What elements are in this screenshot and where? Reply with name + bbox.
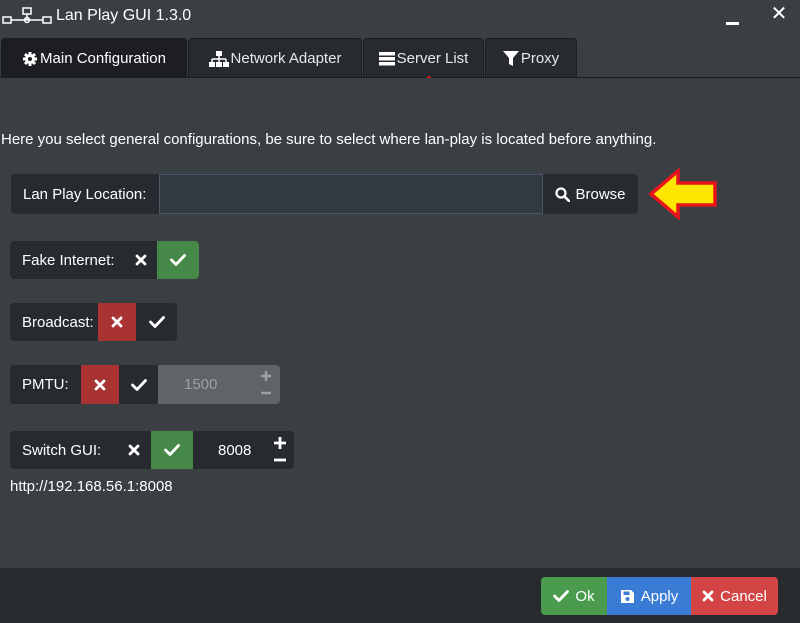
broadcast-on-button[interactable]	[136, 303, 177, 341]
tab-label: Network Adapter	[230, 50, 342, 67]
title-bar: Lan Play GUI 1.3.0 ✕	[0, 0, 800, 36]
ok-button[interactable]: Ok	[541, 577, 607, 615]
minimize-icon[interactable]	[722, 6, 746, 30]
times-icon	[135, 254, 146, 266]
times-icon	[111, 316, 123, 328]
fake-internet-on-button[interactable]	[157, 241, 199, 279]
lan-play-location-label: Lan Play Location:	[11, 174, 159, 214]
check-icon	[170, 254, 186, 266]
server-icon	[378, 51, 395, 65]
cancel-button[interactable]: Cancel	[691, 577, 778, 615]
pmtu-off-button[interactable]	[81, 365, 119, 404]
times-icon	[94, 379, 106, 390]
times-icon	[702, 590, 714, 602]
tab-label: Proxy	[520, 50, 560, 67]
broadcast-off-button[interactable]	[98, 303, 136, 341]
tab-label: Server List	[396, 50, 469, 67]
close-window-button[interactable]: ✕	[766, 2, 792, 28]
browse-label: Browse	[575, 185, 626, 203]
tab-proxy[interactable]: Proxy	[485, 38, 577, 78]
check-icon	[148, 316, 165, 328]
pmtu-stepper-icon[interactable]	[258, 369, 274, 399]
network-app-icon	[2, 7, 52, 24]
broadcast-label: Broadcast:	[10, 303, 98, 341]
pmtu-on-button[interactable]	[119, 365, 158, 404]
switch-gui-on-button[interactable]	[151, 431, 193, 469]
switch-gui-port: 8008	[218, 441, 252, 459]
tab-label: Main Configuration	[40, 50, 166, 67]
network-icon	[208, 50, 229, 67]
tab-main-configuration[interactable]: Main Configuration	[1, 38, 187, 78]
pmtu-value: 1500	[184, 376, 218, 393]
ok-label: Ok	[575, 587, 595, 605]
tab-server-list[interactable]: Server List	[363, 38, 484, 78]
fake-internet-off-button[interactable]	[124, 241, 157, 279]
filter-icon	[502, 50, 519, 66]
switch-gui-label: Switch GUI:	[10, 431, 116, 469]
switch-gui-off-button[interactable]	[116, 431, 151, 469]
save-icon	[620, 589, 634, 603]
pmtu-label: PMTU:	[10, 365, 81, 404]
window-title: Lan Play GUI 1.3.0	[56, 7, 192, 24]
annotation-arrow-left	[648, 168, 717, 220]
description-text: Here you select general configurations, …	[1, 131, 657, 148]
switch-gui-url: http://192.168.56.1:8008	[10, 478, 173, 495]
browse-button[interactable]: Browse	[543, 174, 638, 214]
tab-network-adapter[interactable]: Network Adapter	[188, 38, 362, 78]
check-icon	[164, 444, 180, 456]
check-icon	[130, 378, 147, 391]
lan-play-location-input[interactable]	[159, 174, 543, 214]
gear-icon	[23, 51, 38, 66]
times-icon	[128, 444, 139, 456]
search-icon	[555, 186, 571, 202]
fake-internet-label: Fake Internet:	[10, 241, 124, 279]
cancel-label: Cancel	[720, 587, 767, 605]
port-stepper-icon[interactable]	[271, 435, 289, 465]
check-icon	[553, 590, 570, 602]
apply-button[interactable]: Apply	[607, 577, 691, 615]
apply-label: Apply	[640, 587, 679, 605]
tab-bar: Main Configuration Network Adapter Serve…	[0, 36, 800, 78]
